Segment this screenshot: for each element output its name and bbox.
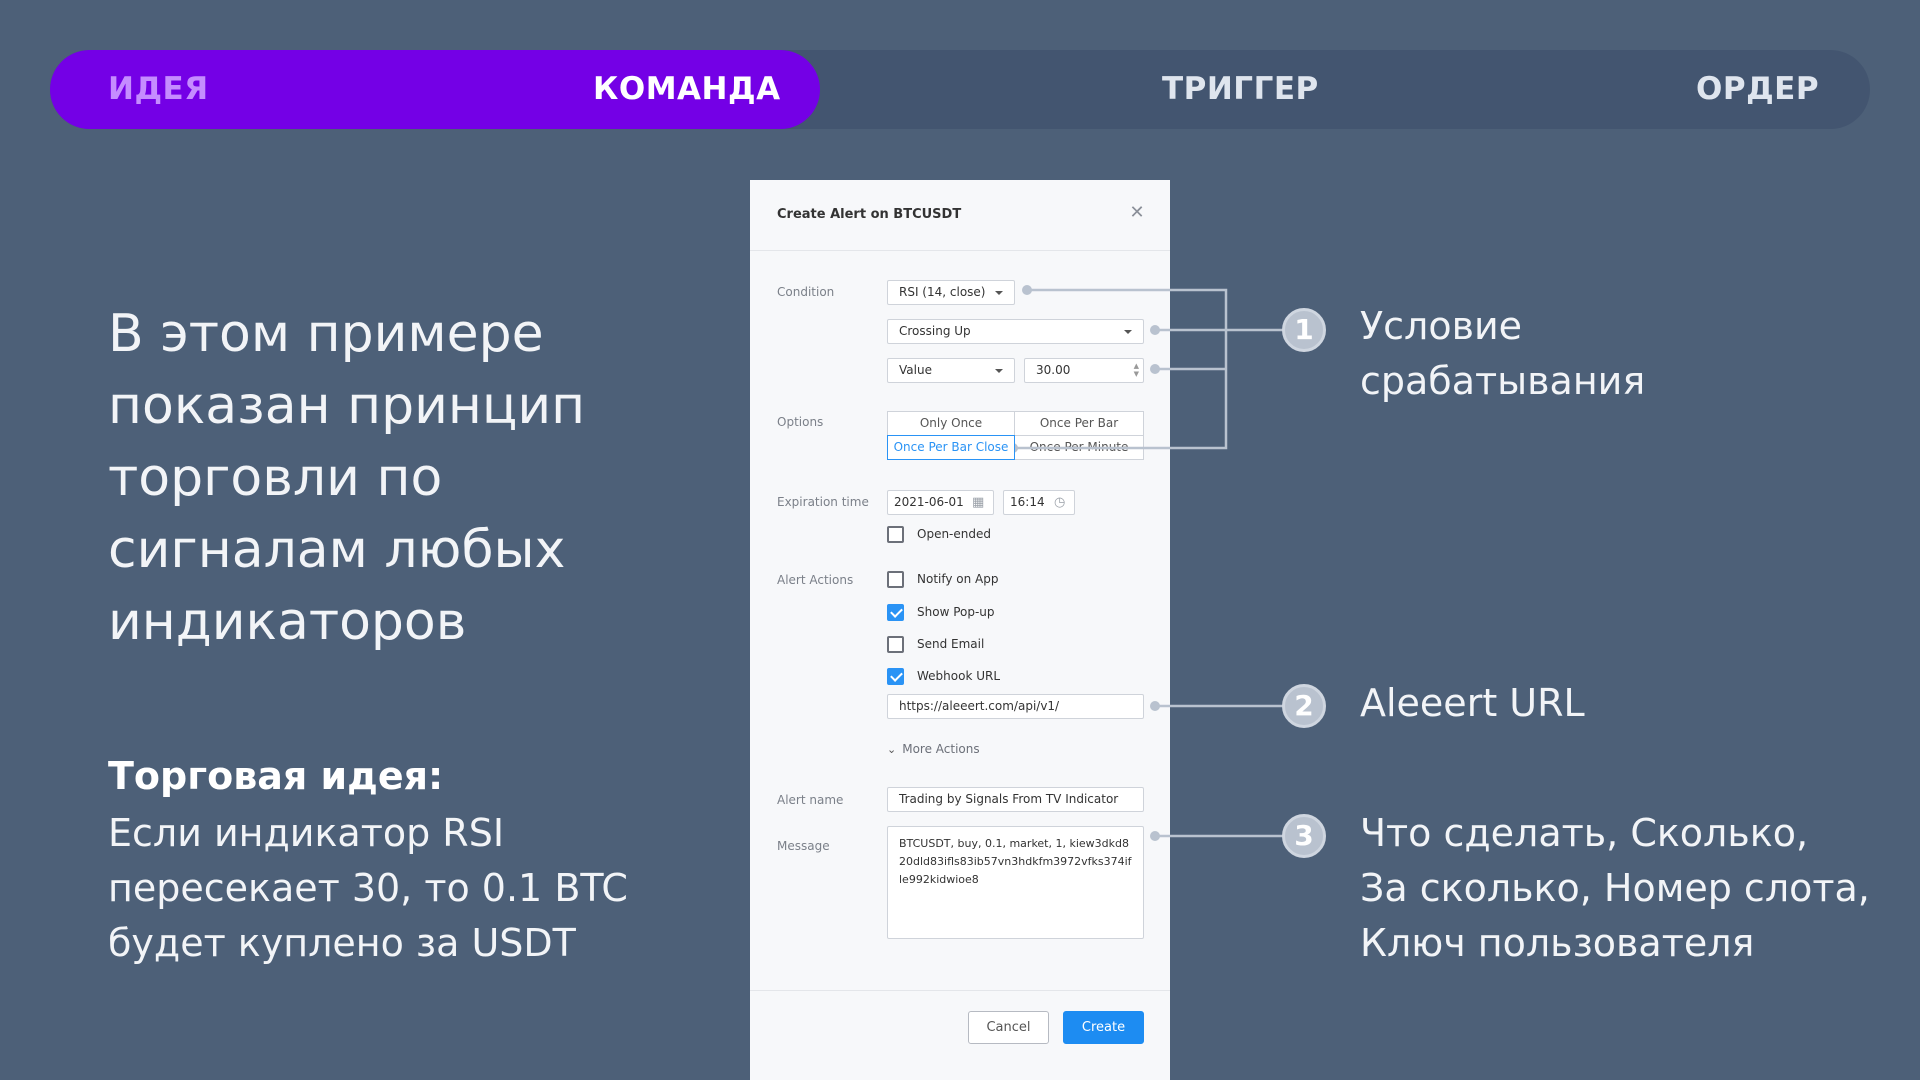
callout-line: срабатывания	[1360, 359, 1646, 403]
stepper-icon[interactable]: ▲ ▼	[1134, 362, 1139, 378]
more-actions-label: More Actions	[902, 742, 980, 756]
step-order: ОРДЕР	[1696, 71, 1820, 107]
webhook-url-input[interactable]: https://aleeert.com/api/v1/	[887, 694, 1144, 719]
notify-on-app-checkbox[interactable]	[887, 571, 904, 588]
expiration-label: Expiration time	[777, 495, 869, 509]
headline-line: индикаторов	[108, 592, 467, 652]
expiration-date: 2021-06-01	[894, 495, 964, 509]
callout-line: Aleeert URL	[1360, 681, 1585, 725]
clock-icon[interactable]: ◷	[1054, 496, 1065, 509]
headline-line: показан принцип	[108, 376, 586, 436]
dialog-header: Create Alert on BTCUSDT ✕	[750, 180, 1170, 251]
dialog-footer-divider	[750, 990, 1170, 991]
idea-line: Если индикатор RSI	[108, 811, 505, 855]
condition-label: Condition	[777, 285, 835, 299]
show-popup-checkbox[interactable]	[887, 604, 904, 621]
headline: В этом примере показан принцип торговли …	[108, 298, 668, 658]
dialog-title: Create Alert on BTCUSDT	[777, 207, 962, 222]
indicator-value: RSI (14, close)	[899, 285, 986, 299]
close-icon[interactable]: ✕	[1128, 204, 1146, 222]
message-textarea[interactable]: BTCUSDT, buy, 0.1, market, 1, kiew3dkd82…	[887, 826, 1144, 939]
headline-line: сигналам любых	[108, 520, 566, 580]
callout-text-1: Условие срабатывания	[1360, 299, 1645, 409]
step-trigger: ТРИГГЕР	[1162, 71, 1319, 107]
chevron-down-icon	[1124, 330, 1132, 334]
calendar-icon[interactable]: ▦	[972, 496, 984, 509]
value-type-select[interactable]: Value	[887, 358, 1015, 383]
options-label: Options	[777, 415, 824, 429]
alert-name-label: Alert name	[777, 793, 844, 807]
indicator-select[interactable]: RSI (14, close)	[887, 280, 1015, 305]
headline-line: торговли по	[108, 448, 443, 508]
idea-line: будет куплено за USDT	[108, 921, 576, 965]
step-command: КОМАНДА	[593, 71, 781, 107]
send-email-checkbox[interactable]	[887, 636, 904, 653]
chevron-down-icon	[995, 291, 1003, 295]
open-ended-checkbox[interactable]	[887, 526, 904, 543]
callout-text-3: Что сделать, Сколько, За сколько, Номер …	[1360, 806, 1870, 971]
operator-select[interactable]: Crossing Up	[887, 319, 1144, 344]
value-type-value: Value	[899, 363, 932, 377]
option-once-per-bar-close[interactable]: Once Per Bar Close	[887, 435, 1015, 460]
callout-badge-3: 3	[1282, 814, 1326, 858]
headline-line: В этом примере	[108, 304, 544, 364]
expiration-time-input[interactable]: 16:14 ◷	[1003, 490, 1075, 515]
idea-text: Если индикатор RSI пересекает 30, то 0.1…	[108, 806, 668, 971]
create-button[interactable]: Create	[1063, 1011, 1144, 1044]
webhook-label: Webhook URL	[917, 669, 1001, 683]
open-ended-label: Open-ended	[917, 527, 991, 541]
chevron-down-icon: ⌄	[887, 743, 897, 756]
chevron-down-icon	[995, 369, 1003, 373]
option-once-per-minute[interactable]: Once Per Minute	[1014, 435, 1144, 460]
more-actions-toggle[interactable]: ⌄ More Actions	[887, 742, 980, 756]
idea-title: Торговая идея:	[108, 754, 444, 798]
callout-text-2: Aleeert URL	[1360, 676, 1585, 731]
step-idea: ИДЕЯ	[108, 71, 209, 107]
notify-on-app-label: Notify on App	[917, 572, 999, 586]
show-popup-label: Show Pop-up	[917, 605, 995, 619]
option-once-per-bar[interactable]: Once Per Bar	[1014, 411, 1144, 436]
expiration-date-input[interactable]: 2021-06-01 ▦	[887, 490, 994, 515]
idea-line: пересекает 30, то 0.1 BTC	[108, 866, 628, 910]
option-only-once[interactable]: Only Once	[887, 411, 1015, 436]
alert-name-value: Trading by Signals From TV Indicator	[899, 792, 1119, 806]
webhook-checkbox[interactable]	[887, 668, 904, 685]
callout-line: Условие	[1360, 304, 1523, 348]
alert-actions-label: Alert Actions	[777, 573, 854, 587]
callout-line: Что сделать, Сколько,	[1360, 811, 1809, 855]
expiration-time: 16:14	[1010, 495, 1045, 509]
send-email-label: Send Email	[917, 637, 985, 651]
callout-line: За сколько, Номер слота,	[1360, 866, 1870, 910]
webhook-url-value: https://aleeert.com/api/v1/	[899, 699, 1060, 713]
callout-badge-1: 1	[1282, 308, 1326, 352]
value-text: 30.00	[1036, 363, 1071, 377]
alert-name-input[interactable]: Trading by Signals From TV Indicator	[887, 787, 1144, 812]
create-alert-dialog: Create Alert on BTCUSDT ✕ Condition RSI …	[750, 180, 1170, 1080]
operator-value: Crossing Up	[899, 324, 971, 338]
callout-line: Ключ пользователя	[1360, 921, 1755, 965]
step-progress-bar: ИДЕЯ КОМАНДА ТРИГГЕР ОРДЕР	[50, 50, 1870, 129]
cancel-button[interactable]: Cancel	[968, 1011, 1049, 1044]
message-label: Message	[777, 839, 830, 853]
callout-badge-2: 2	[1282, 684, 1326, 728]
value-input[interactable]: 30.00 ▲ ▼	[1024, 358, 1144, 383]
